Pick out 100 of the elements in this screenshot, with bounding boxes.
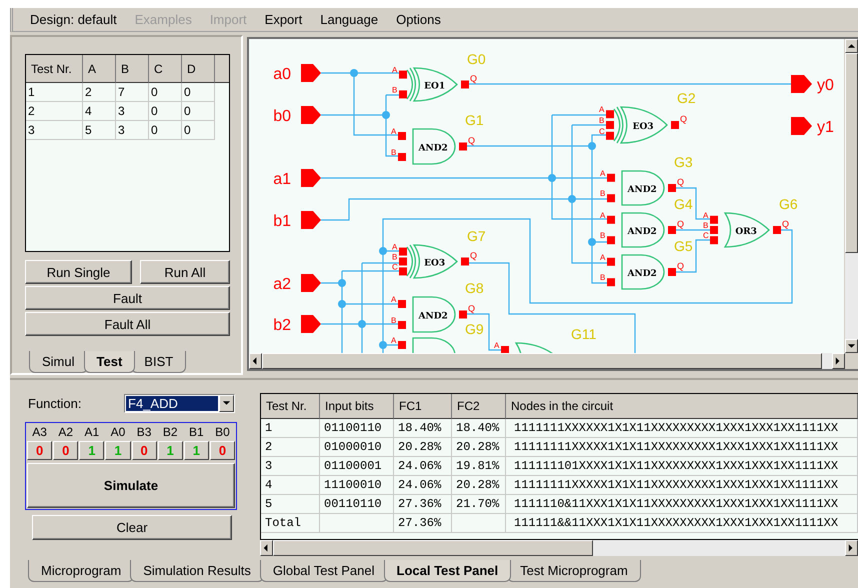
gate-name: G9 (465, 321, 484, 337)
column-header[interactable]: A (83, 55, 116, 83)
pin-label: B (391, 316, 396, 325)
pin-marker (710, 236, 718, 244)
column-header[interactable]: FC1 (394, 394, 452, 419)
scroll-up-button[interactable] (845, 39, 858, 53)
table-cell: 0 (182, 102, 215, 121)
input-port-label: b0 (273, 108, 291, 125)
run-all-button[interactable]: Run All (140, 260, 230, 284)
junction-dot (588, 238, 596, 246)
vertical-scrollbar[interactable] (845, 39, 858, 353)
output-port-label: y1 (817, 119, 834, 136)
tab[interactable]: Local Test Panel (384, 560, 512, 582)
scroll-left-button[interactable] (260, 540, 273, 556)
junction-dot (338, 300, 346, 308)
column-header[interactable]: FC2 (452, 394, 506, 419)
table-cell: 0 (149, 121, 182, 140)
column-header[interactable]: B (116, 55, 149, 83)
gate-type-label: AND2 (628, 185, 657, 195)
menu-item[interactable]: Options (389, 12, 448, 27)
table-cell: 11111111XXXXX1X1X11XXXXXXXXX1XXX1XXX1XX1111XX (506, 438, 858, 457)
scroll-thumb[interactable] (273, 540, 593, 556)
scroll-right-button[interactable] (832, 353, 845, 369)
pin-label: A (391, 295, 396, 304)
table-cell: 5 (83, 121, 116, 140)
junction-dot (588, 142, 596, 150)
pin-marker (399, 258, 407, 266)
pin-marker (668, 226, 676, 234)
gate-name: G6 (779, 196, 798, 212)
scroll-right-button[interactable] (845, 540, 858, 556)
pin-label: A (600, 168, 606, 178)
bit-label: A0 (110, 424, 126, 441)
tab[interactable]: BIST (131, 351, 186, 373)
column-header[interactable]: Test Nr. (26, 55, 83, 83)
column-header[interactable]: Nodes in the circuit (506, 394, 858, 419)
scroll-down-button[interactable] (845, 339, 858, 353)
pin-label: Q (470, 74, 478, 84)
pin-marker (607, 194, 615, 202)
clear-button[interactable]: Clear (32, 515, 232, 540)
column-header[interactable]: C (149, 55, 182, 83)
menu-item[interactable]: Design: default (23, 12, 124, 27)
table-cell: 0 (149, 83, 182, 102)
table-cell: 24.06% (394, 476, 452, 495)
table-cell: 0 (149, 102, 182, 121)
junction-dot (568, 195, 576, 203)
table-cell: 3 (26, 121, 83, 140)
column-header[interactable]: D (182, 55, 215, 83)
pin-label: B (392, 252, 398, 262)
pin-marker (459, 310, 467, 318)
gate-symbol (406, 244, 458, 279)
horizontal-scrollbar[interactable] (260, 540, 858, 556)
input-port-icon (301, 315, 321, 333)
pin-label: A (391, 127, 396, 136)
menu-item[interactable]: Export (258, 12, 310, 27)
gate-type-label: OR3 (735, 227, 757, 237)
tab[interactable]: Global Test Panel (260, 560, 388, 582)
tab[interactable]: Test Microprogram (507, 560, 641, 582)
bit-label: A3 (31, 424, 48, 441)
column-header (215, 55, 229, 83)
table-cell: 01100001 (320, 457, 394, 476)
tab[interactable]: Simul (29, 351, 88, 373)
pin-label: B (703, 221, 708, 230)
scroll-left-button[interactable] (249, 353, 262, 369)
gate-name: G5 (674, 238, 693, 254)
pin-marker (671, 121, 679, 129)
fault-all-button[interactable]: Fault All (25, 312, 230, 336)
menu-item[interactable]: Language (313, 12, 386, 27)
function-label: Function: (27, 396, 82, 410)
bit-label: B3 (136, 424, 152, 441)
table-cell: 11100010 (320, 476, 394, 495)
table-cell: 3 (261, 457, 320, 476)
pin-marker (668, 268, 676, 276)
table-cell: 1 (26, 83, 83, 102)
function-dropdown[interactable]: F4_ADD (124, 394, 235, 412)
table-cell: 4 (83, 102, 116, 121)
gate-name: G3 (674, 154, 693, 170)
pin-label: B (600, 273, 606, 282)
pin-label: Q (468, 136, 476, 146)
pin-marker (459, 142, 467, 150)
dropdown-button[interactable] (219, 394, 234, 412)
tab[interactable]: Simulation Results (130, 560, 264, 582)
simulate-button[interactable]: Simulate (27, 463, 235, 508)
gate-type-label: AND2 (418, 144, 448, 154)
table-cell: 2 (83, 83, 116, 102)
pin-marker (398, 132, 406, 140)
column-header[interactable]: Input bits (320, 394, 394, 419)
pin-marker (668, 184, 676, 192)
fault-button[interactable]: Fault (25, 286, 230, 310)
tab[interactable]: Microprogram (28, 560, 134, 582)
table-cell: 1 (261, 419, 320, 438)
column-header[interactable]: Test Nr. (261, 394, 320, 419)
table-cell: 1111110&11XXX1X1X11XXXXXXXXX1XXX1XXX1XX1111XX (506, 495, 858, 514)
pin-marker (461, 80, 469, 88)
pin-label: Q (782, 219, 790, 229)
run-single-button[interactable]: Run Single (25, 260, 132, 284)
scroll-thumb[interactable] (845, 53, 858, 253)
tab[interactable]: Test (84, 351, 136, 373)
input-port-icon (301, 64, 321, 82)
table-cell: Total (261, 514, 320, 533)
gate-name: G2 (677, 90, 696, 106)
